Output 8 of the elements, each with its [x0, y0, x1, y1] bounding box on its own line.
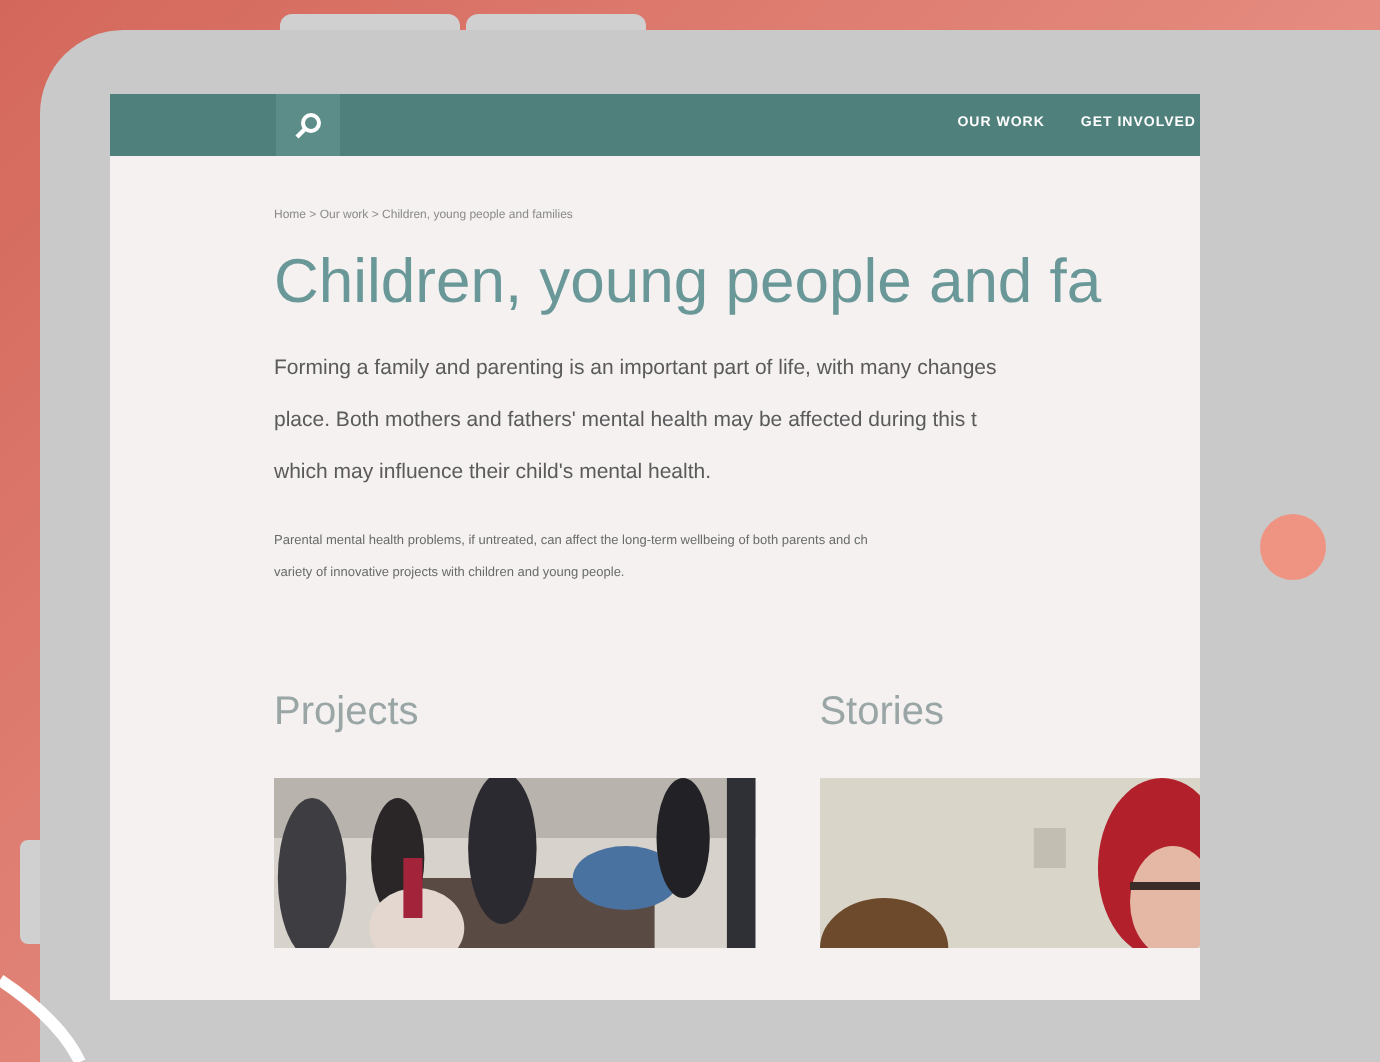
intro-text: which may influence their child's mental health.	[274, 458, 714, 488]
search-icon	[294, 111, 322, 139]
intro-text: Forming a family and parenting is an important part of life, with many changes	[274, 354, 999, 384]
section-heading: Projects	[274, 688, 421, 738]
page-title: Children, young people and fa	[274, 244, 1104, 320]
search-button[interactable]	[276, 94, 340, 156]
intro-text: place. Both mothers and fathers' mental health may be affected during this t	[274, 406, 979, 436]
section-heading: Stories	[819, 688, 946, 738]
